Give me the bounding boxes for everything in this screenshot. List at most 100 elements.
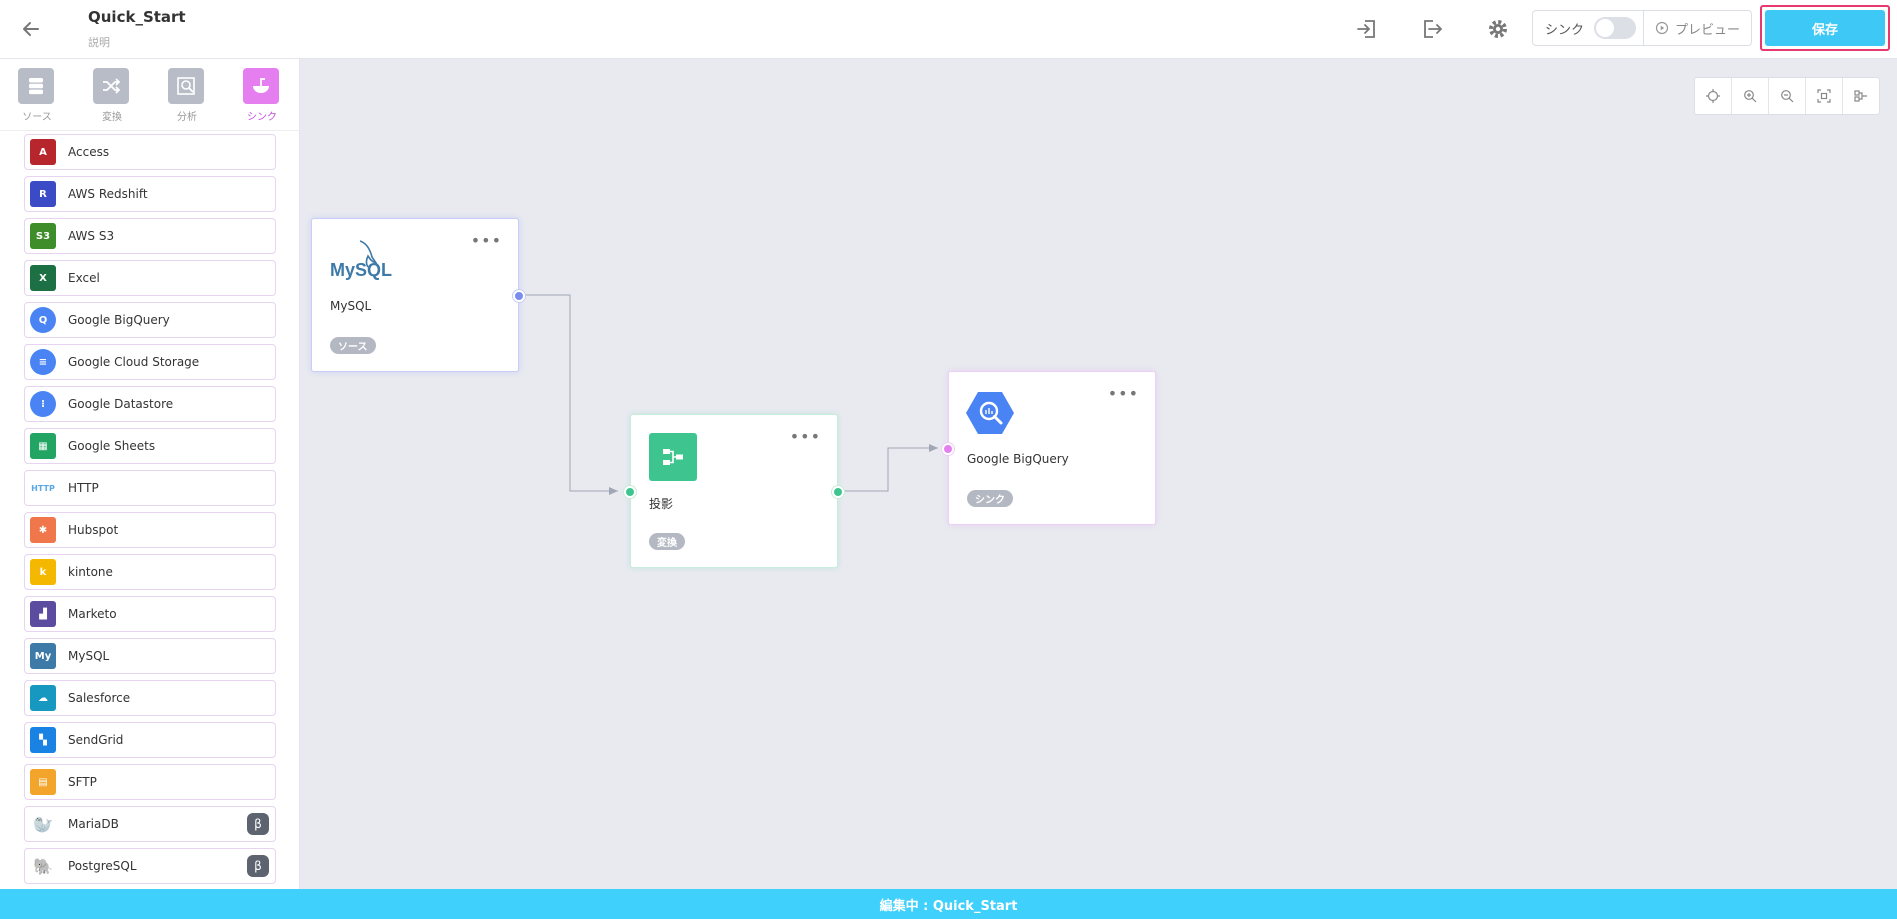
analysis-icon: [177, 77, 195, 95]
canvas-toolbar: [1694, 77, 1880, 115]
tab-source[interactable]: ソース: [18, 68, 56, 123]
mysql-logo-text: MySQL: [330, 260, 393, 280]
sheets-icon: ▦: [30, 433, 56, 459]
node-tag: ソース: [330, 337, 376, 354]
s3-icon: S3: [30, 223, 56, 249]
page-description[interactable]: 説明: [88, 34, 110, 50]
node-mysql[interactable]: MySQL ••• MySQL ソース: [311, 218, 525, 372]
output-port[interactable]: [832, 486, 844, 498]
page-title[interactable]: Quick_Start: [88, 8, 186, 26]
sink-item-google-sheets[interactable]: ▦ Google Sheets: [24, 428, 276, 464]
gear-icon: [1489, 20, 1507, 38]
node-name: Google BigQuery: [967, 452, 1069, 466]
zoom-out-icon: [1781, 90, 1794, 103]
sink-item-label: PostgreSQL: [68, 859, 137, 873]
node-menu-button[interactable]: •••: [790, 427, 821, 446]
node-tag: 変換: [649, 533, 685, 550]
edge-arrow-1: [609, 487, 618, 495]
http-icon: HTTP: [31, 483, 55, 493]
sink-item-label: Hubspot: [68, 523, 119, 537]
sink-item-label: Google BigQuery: [68, 313, 170, 327]
fit-view-icon: [1817, 89, 1831, 103]
sink-item-google-bigquery[interactable]: Q Google BigQuery: [24, 302, 276, 338]
sink-item-label: SFTP: [68, 775, 97, 789]
tab-analysis[interactable]: 分析: [168, 68, 206, 123]
sink-item-label: Access: [68, 145, 110, 159]
sink-item-aws-s3[interactable]: S3 AWS S3: [24, 218, 276, 254]
node-menu-button[interactable]: •••: [1108, 384, 1139, 403]
sync-control: シンク: [1533, 11, 1644, 45]
sink-item-label: kintone: [68, 565, 113, 579]
zoom-in-icon: [1744, 90, 1757, 103]
sink-item-excel[interactable]: X Excel: [24, 260, 276, 296]
node-projection[interactable]: ••• 投影 変換: [624, 414, 844, 568]
play-circle-icon: [1655, 21, 1669, 35]
shuffle-icon: [103, 78, 121, 94]
sink-icon: [253, 78, 269, 93]
top-header: Quick_Start 説明 シンク プレビュー 保存: [0, 0, 1897, 59]
export-button[interactable]: [1417, 14, 1447, 44]
hubspot-icon: ✱: [30, 517, 56, 543]
sink-item-aws-redshift[interactable]: R AWS Redshift: [24, 176, 276, 212]
save-button[interactable]: 保存: [1765, 10, 1885, 46]
sink-item-http[interactable]: HTTP HTTP: [24, 470, 276, 506]
preview-label: プレビュー: [1674, 22, 1740, 38]
sink-item-label: SendGrid: [68, 733, 124, 747]
sink-item-kintone[interactable]: k kintone: [24, 554, 276, 590]
tab-analysis-label: 分析: [177, 112, 197, 123]
sink-item-hubspot[interactable]: ✱ Hubspot: [24, 512, 276, 548]
redshift-icon: R: [30, 181, 56, 207]
sink-item-marketo[interactable]: ▟ Marketo: [24, 596, 276, 632]
sink-item-salesforce[interactable]: ☁ Salesforce: [24, 680, 276, 716]
sink-item-access[interactable]: A Access: [24, 134, 276, 170]
sync-toggle[interactable]: [1594, 17, 1637, 39]
sync-label: シンク: [1545, 22, 1585, 38]
mysql-icon: My: [30, 643, 56, 669]
node-tag: シンク: [967, 490, 1013, 507]
sink-item-label: MySQL: [68, 649, 110, 663]
salesforce-icon: ☁: [30, 685, 56, 711]
sftp-icon: ▤: [30, 769, 56, 795]
zoom-out-button[interactable]: [1769, 78, 1806, 114]
sink-item-sftp[interactable]: ▤ SFTP: [24, 764, 276, 800]
sendgrid-icon: ▚: [30, 727, 56, 753]
sink-item-postgresql[interactable]: 🐘 PostgreSQL β: [24, 848, 276, 884]
pipeline-canvas[interactable]: MySQL ••• MySQL ソース ••• 投影 変換 ••• Google…: [300, 59, 1897, 889]
fit-view-button[interactable]: [1806, 78, 1843, 114]
sink-item-label: AWS S3: [68, 229, 115, 243]
center-button[interactable]: [1695, 78, 1732, 114]
node-name: MySQL: [330, 299, 372, 313]
layout-icon: [1854, 90, 1867, 102]
database-icon: [29, 78, 43, 95]
input-port[interactable]: [624, 486, 636, 498]
sink-item-label: Google Sheets: [68, 439, 156, 453]
edge-arrow-2: [929, 444, 938, 452]
sink-item-google-datastore[interactable]: ⁝ Google Datastore: [24, 386, 276, 422]
sync-preview-group: シンク プレビュー: [1532, 10, 1752, 46]
output-port[interactable]: [513, 290, 525, 302]
sink-item-mysql[interactable]: My MySQL: [24, 638, 276, 674]
projection-icon: [649, 433, 697, 481]
import-button[interactable]: [1352, 14, 1382, 44]
edge-mysql-to-projection: [519, 294, 618, 492]
component-list: A Access R AWS Redshift S3 AWS S3 X Excel Q Googl…: [24, 134, 276, 890]
settings-button[interactable]: [1483, 14, 1513, 44]
sink-item-sendgrid[interactable]: ▚ SendGrid: [24, 722, 276, 758]
back-button[interactable]: [14, 12, 48, 46]
tab-sink[interactable]: シンク: [243, 68, 281, 123]
node-google-bigquery[interactable]: ••• Google BigQuery シンク: [942, 371, 1156, 525]
datastore-icon: ⁝: [30, 391, 56, 417]
sink-item-label: Excel: [68, 271, 100, 285]
input-port[interactable]: [942, 443, 954, 455]
sink-item-label: AWS Redshift: [68, 187, 148, 201]
node-menu-button[interactable]: •••: [471, 231, 502, 250]
auto-layout-button[interactable]: [1843, 78, 1879, 114]
sink-item-label: Google Datastore: [68, 397, 174, 411]
sink-item-mariadb[interactable]: 🦭 MariaDB β: [24, 806, 276, 842]
tab-transform[interactable]: 変換: [93, 68, 131, 123]
zoom-in-button[interactable]: [1732, 78, 1769, 114]
category-tabs: ソース 変換 分析 シンク: [0, 59, 299, 131]
sink-item-google-cloud-storage[interactable]: ≡ Google Cloud Storage: [24, 344, 276, 380]
marketo-icon: ▟: [30, 601, 56, 627]
preview-button[interactable]: プレビュー: [1644, 11, 1751, 45]
